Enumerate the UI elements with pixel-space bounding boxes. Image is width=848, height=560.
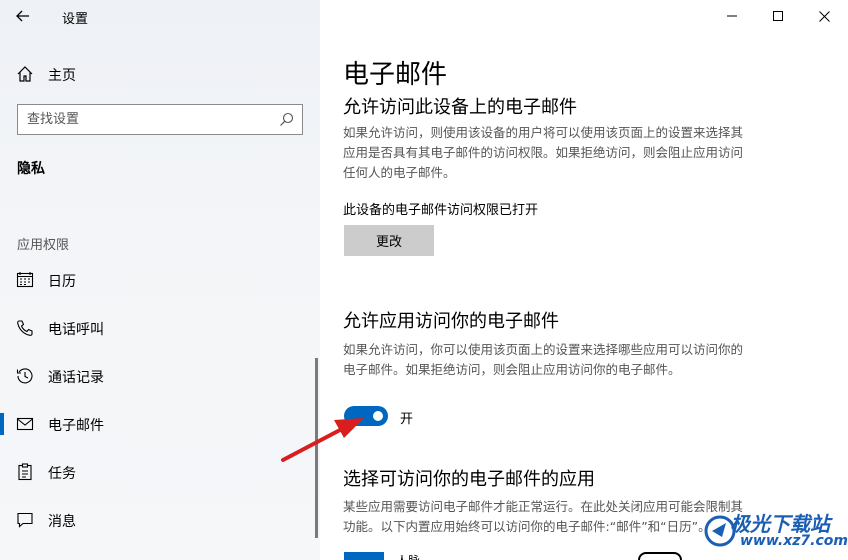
sidebar-item-messages[interactable]: 消息 <box>0 500 320 540</box>
minimize-icon <box>727 15 737 17</box>
app-access-toggle[interactable] <box>344 406 388 426</box>
calendar-icon <box>16 272 34 288</box>
sidebar-item-phone-calls[interactable]: 电话呼叫 <box>0 308 320 348</box>
back-arrow-icon <box>16 10 29 22</box>
message-icon <box>17 512 33 528</box>
sidebar-item-label: 任务 <box>48 466 76 482</box>
change-button[interactable]: 更改 <box>344 225 434 256</box>
maximize-icon <box>773 11 783 21</box>
search-box[interactable] <box>17 104 303 135</box>
phone-icon <box>17 320 33 336</box>
sidebar-item-call-history[interactable]: 通话记录 <box>0 356 320 396</box>
sidebar-item-label: 消息 <box>48 514 76 530</box>
nav-home-label: 主页 <box>48 68 76 84</box>
titlebar-left: 设置 <box>0 0 320 32</box>
close-button[interactable] <box>801 0 847 32</box>
toggle-knob <box>373 411 383 421</box>
app-title: 设置 <box>62 12 89 27</box>
group-title-app-permissions: 应用权限 <box>17 238 70 253</box>
section-heading-choose-apps: 选择可访问你的电子邮件的应用 <box>343 469 595 490</box>
watermark-url: www.xz7.com <box>740 533 848 549</box>
maximize-button[interactable] <box>755 0 801 32</box>
nav-home[interactable]: 主页 <box>0 56 320 92</box>
section-description-line: 电子邮件。如果拒绝访问，则会阻止应用访问你的电子邮件。 <box>343 362 681 377</box>
history-icon <box>16 368 33 384</box>
mail-icon <box>16 417 34 431</box>
search-input[interactable] <box>18 105 268 134</box>
page-title: 电子邮件 <box>343 60 448 90</box>
sidebar-item-email[interactable]: 电子邮件 <box>0 404 320 444</box>
section-description-line: 如果允许访问，则使用该设备的用户将可以使用该页面上的设置来选择其 <box>343 125 744 140</box>
section-heading-app-access: 允许应用访问你的电子邮件 <box>343 311 559 332</box>
main-content: 电子邮件 允许访问此设备上的电子邮件 如果允许访问，则使用该设备的用户将可以使用… <box>320 0 848 560</box>
app-name: 人脉 <box>396 552 420 560</box>
sidebar: 设置 主页 隐私 应用权限 日历 电话呼叫 <box>0 0 320 560</box>
app-icon-tile <box>344 552 384 560</box>
close-icon <box>818 10 830 22</box>
search-icon[interactable] <box>279 112 294 127</box>
sidebar-item-label: 电子邮件 <box>48 418 104 434</box>
section-heading-device-access: 允许访问此设备上的电子邮件 <box>343 97 577 118</box>
back-button[interactable] <box>10 4 36 28</box>
sidebar-item-calendar[interactable]: 日历 <box>0 260 320 300</box>
sidebar-item-tasks[interactable]: 任务 <box>0 452 320 492</box>
home-icon <box>17 66 33 82</box>
sidebar-item-label: 通话记录 <box>48 370 104 386</box>
section-description-line: 应用是否具有其电子邮件的访问权限。如果拒绝访问，则会阻止应用访问 <box>343 145 744 160</box>
minimize-button[interactable] <box>709 0 755 32</box>
section-description-line: 任何人的电子邮件。 <box>343 165 456 180</box>
clipboard-icon <box>18 463 32 481</box>
section-description-line: 如果允许访问，你可以使用该页面上的设置来选择哪些应用可以访问你的 <box>343 342 744 357</box>
device-access-status: 此设备的电子邮件访问权限已打开 <box>343 203 539 218</box>
sidebar-item-label: 日历 <box>48 274 76 290</box>
toggle-state-label: 开 <box>400 412 414 427</box>
sidebar-item-label: 电话呼叫 <box>48 322 104 338</box>
sidebar-scrollbar[interactable] <box>315 358 318 538</box>
section-title-privacy: 隐私 <box>17 161 45 177</box>
